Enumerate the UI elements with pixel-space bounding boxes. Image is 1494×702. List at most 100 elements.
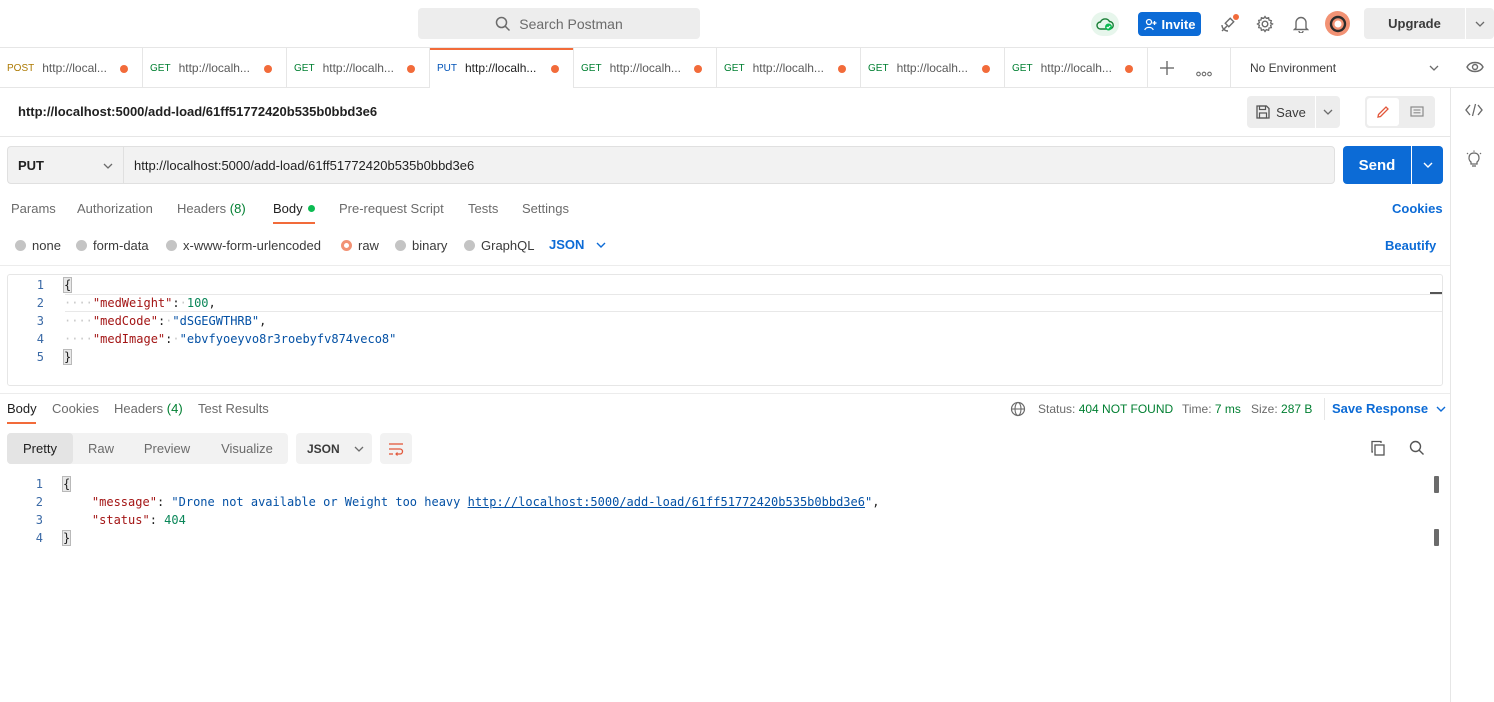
upgrade-button[interactable]: Upgrade — [1364, 8, 1465, 39]
request-tab[interactable]: POST http://local... — [0, 48, 143, 88]
view-tab-preview[interactable]: Preview — [132, 433, 202, 464]
divider — [0, 136, 1450, 137]
body-type-raw[interactable]: raw — [341, 238, 379, 253]
save-response-button[interactable]: Save Response — [1332, 401, 1446, 416]
request-body-editor[interactable]: 1 2 3 4 5 { ····"medWeight":·100, ····"m… — [7, 274, 1443, 386]
request-tab[interactable]: GET http://localh... — [1005, 48, 1148, 88]
tab-method: GET — [1012, 62, 1033, 74]
search-bar[interactable]: Search Postman — [418, 8, 700, 39]
tab-tests[interactable]: Tests — [468, 201, 498, 225]
beautify-link[interactable]: Beautify — [1385, 238, 1436, 253]
code-token: "dSGEGWTHRB" — [172, 314, 260, 328]
line-number: 2 — [35, 495, 43, 509]
request-tab[interactable]: GET http://localh... — [574, 48, 717, 88]
tab-params[interactable]: Params — [11, 201, 56, 225]
right-context-bar — [1450, 88, 1494, 702]
headers-count: (8) — [229, 201, 246, 216]
request-tab[interactable]: GET http://localh... — [143, 48, 287, 88]
send-button[interactable]: Send — [1343, 146, 1411, 184]
search-response-button[interactable] — [1409, 440, 1425, 459]
add-user-icon — [1143, 18, 1157, 30]
upgrade-dropdown-button[interactable] — [1466, 8, 1494, 39]
response-time[interactable]: Time: 7 ms — [1182, 402, 1241, 416]
save-button[interactable]: Save — [1247, 96, 1315, 128]
response-size[interactable]: Size: 287 B — [1251, 402, 1312, 416]
response-status[interactable]: Status: 404 NOT FOUND — [1038, 402, 1173, 416]
sync-status-button[interactable] — [1091, 12, 1119, 36]
new-tab-button[interactable] — [1158, 59, 1176, 80]
tab-settings[interactable]: Settings — [522, 201, 569, 225]
code-token: { — [61, 476, 72, 492]
cloud-check-icon — [1096, 18, 1114, 31]
tab-url: http://localh... — [465, 61, 537, 75]
request-tab[interactable]: GET http://localh... — [287, 48, 430, 88]
more-tabs-button[interactable] — [1196, 65, 1212, 80]
code-line: "status": 404 — [91, 513, 186, 527]
tab-url: http://local... — [42, 61, 107, 75]
avatar[interactable] — [1325, 11, 1350, 36]
copy-button[interactable] — [1370, 440, 1386, 459]
invite-button[interactable]: Invite — [1138, 12, 1201, 36]
view-tab-pretty[interactable]: Pretty — [7, 433, 73, 464]
edit-mode-button[interactable] — [1367, 98, 1399, 126]
url-input[interactable] — [123, 146, 1335, 184]
scrollbar-thumb[interactable] — [1434, 476, 1439, 493]
tab-method: GET — [724, 62, 745, 74]
view-tab-visualize[interactable]: Visualize — [209, 433, 285, 464]
save-label: Save — [1276, 104, 1306, 120]
tab-url: http://localh... — [609, 61, 681, 75]
response-format-select[interactable]: JSON — [296, 433, 372, 464]
body-type-graphql[interactable]: GraphQL — [464, 238, 534, 253]
response-body-viewer[interactable]: 1 2 3 4 { "message": "Drone not availabl… — [0, 474, 1450, 702]
bell-icon — [1293, 16, 1309, 33]
save-dropdown-button[interactable] — [1316, 96, 1340, 128]
settings-button[interactable] — [1254, 13, 1276, 35]
code-line: { — [61, 476, 72, 492]
tab-headers[interactable]: Headers (8) — [177, 201, 246, 225]
body-type-none[interactable]: none — [15, 238, 61, 253]
documentation-mode-button[interactable] — [1401, 98, 1433, 126]
body-type-binary[interactable]: binary — [395, 238, 447, 253]
plus-icon — [1160, 61, 1174, 75]
search-placeholder: Search Postman — [519, 15, 623, 32]
satellite-button[interactable] — [1218, 13, 1240, 35]
tab-prerequest-script[interactable]: Pre-request Script — [339, 201, 444, 225]
environment-quick-look-button[interactable] — [1466, 60, 1484, 77]
scrollbar-thumb[interactable] — [1434, 529, 1439, 546]
info-bulb-button[interactable] — [1466, 150, 1482, 171]
environment-selector[interactable]: No Environment — [1230, 48, 1450, 88]
body-type-form-data[interactable]: form-data — [76, 238, 149, 253]
response-tab-test-results[interactable]: Test Results — [198, 401, 269, 416]
request-tab[interactable]: GET http://localh... — [717, 48, 861, 88]
unsaved-dot-icon — [838, 65, 846, 73]
line-number: 2 — [36, 296, 44, 310]
code-token: } — [61, 530, 72, 546]
code-line: } — [62, 349, 73, 365]
response-format-value: JSON — [307, 441, 340, 456]
line-number: 4 — [35, 531, 43, 545]
globe-icon[interactable] — [1010, 401, 1026, 417]
tab-authorization[interactable]: Authorization — [77, 201, 153, 225]
view-tab-raw[interactable]: Raw — [75, 433, 127, 464]
cookies-link[interactable]: Cookies — [1392, 201, 1443, 216]
request-name[interactable]: http://localhost:5000/add-load/61ff51772… — [18, 104, 377, 119]
code-line: { — [62, 277, 73, 293]
body-type-urlencoded[interactable]: x-www-form-urlencoded — [166, 238, 321, 253]
request-tab[interactable]: GET http://localh... — [861, 48, 1005, 88]
response-tab-body[interactable]: Body — [7, 401, 37, 416]
send-dropdown-button[interactable] — [1412, 146, 1443, 184]
notifications-button[interactable] — [1290, 13, 1312, 35]
body-format-select[interactable]: JSON — [549, 237, 606, 252]
http-method-select[interactable]: PUT — [7, 146, 123, 184]
time-label: Time: — [1182, 402, 1212, 416]
comment-icon — [1410, 105, 1424, 117]
code-token: "message" — [91, 495, 157, 509]
response-tab-headers[interactable]: Headers (4) — [114, 401, 183, 416]
wrap-lines-button[interactable] — [380, 433, 412, 464]
response-tab-cookies[interactable]: Cookies — [52, 401, 99, 416]
response-url-link[interactable]: http://localhost:5000/add-load/61ff51772… — [468, 495, 865, 509]
code-snippet-button[interactable] — [1465, 103, 1483, 120]
request-tab-active[interactable]: PUT http://localh... — [430, 48, 574, 88]
code-icon — [1465, 103, 1483, 117]
code-line: ····"medImage":·"ebvfyoeyvo8r3roebyfv874… — [64, 332, 397, 346]
